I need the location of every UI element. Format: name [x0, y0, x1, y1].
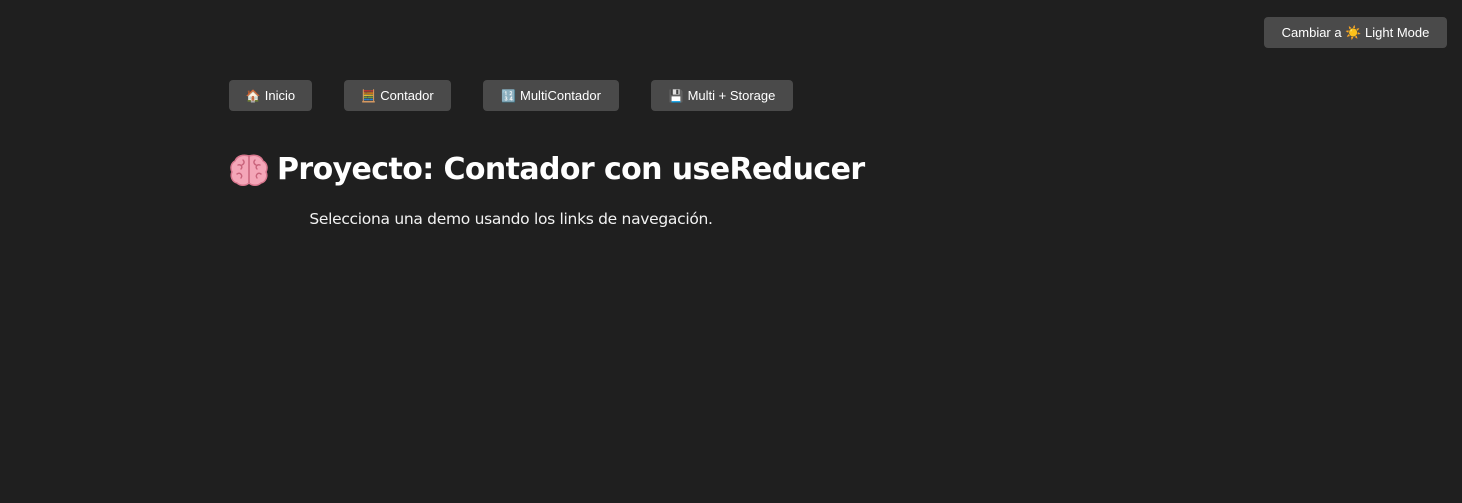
- nav-link-label: MultiContador: [520, 88, 601, 103]
- brain-icon: [229, 152, 269, 188]
- theme-toggle-button[interactable]: Cambiar a ☀️ Light Mode: [1264, 17, 1447, 48]
- abacus-icon: 🧮: [361, 88, 377, 103]
- nav-link-label: Contador: [380, 88, 434, 103]
- nav-link-inicio[interactable]: 🏠 Inicio: [229, 80, 312, 111]
- home-icon: 🏠: [245, 88, 261, 103]
- nav-link-contador[interactable]: 🧮 Contador: [344, 80, 451, 111]
- page-title: Proyecto: Contador con useReducer: [229, 149, 865, 191]
- floppy-disk-icon: 💾: [668, 88, 684, 103]
- nav-link-multicontador[interactable]: 🔢 MultiContador: [483, 80, 619, 111]
- nav-link-multi-storage[interactable]: 💾 Multi + Storage: [651, 80, 793, 111]
- nav-link-label: Multi + Storage: [687, 88, 776, 103]
- nav-link-label: Inicio: [264, 88, 296, 103]
- page-title-text: Proyecto: Contador con useReducer: [277, 152, 865, 187]
- page-subtitle: Selecciona una demo usando los links de …: [309, 210, 713, 228]
- numbers-icon: 🔢: [501, 88, 516, 103]
